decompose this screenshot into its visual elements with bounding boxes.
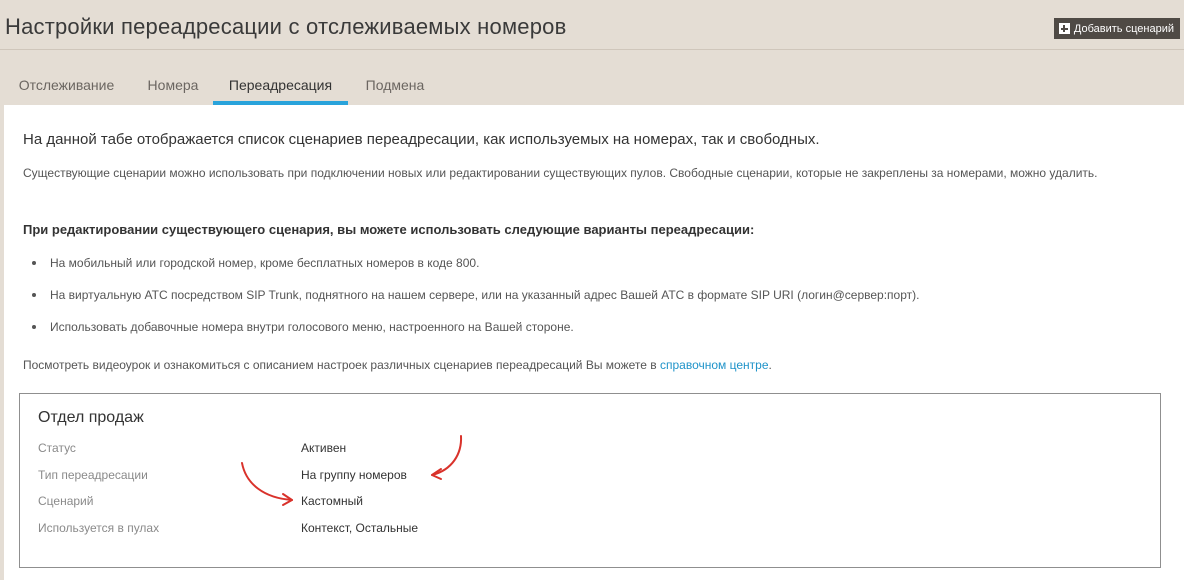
main-content: На данной табе отображается список сцена… [4, 105, 1184, 580]
arrow-to-scenario [241, 462, 293, 506]
scenario-title: Отдел продаж [38, 409, 144, 426]
status-label: Статус [38, 441, 76, 455]
tab-numbers[interactable]: Номера [143, 51, 203, 105]
scenario-label: Сценарий [38, 494, 94, 508]
annotation-arrows [241, 435, 463, 506]
page-title: Настройки переадресации с отслеживаемых … [5, 14, 567, 39]
options-heading: При редактировании существующего сценари… [23, 222, 755, 237]
tab-bar: Отслеживание Номера Переадресация Подмен… [0, 51, 1184, 105]
tab-forwarding[interactable]: Переадресация [213, 51, 348, 105]
list-item: На мобильный или городской номер, кроме … [23, 256, 479, 270]
help-center-link[interactable]: справочном центре [660, 358, 769, 372]
bullet-icon [32, 292, 36, 297]
plus-square-icon [1058, 23, 1070, 34]
add-scenario-label: Добавить сценарий [1073, 22, 1174, 35]
scenario-card[interactable]: Отдел продаж Статус Активен Тип переадре… [19, 393, 1161, 568]
bullet-icon [32, 324, 36, 329]
forwarding-type-label: Тип переадресации [38, 468, 148, 482]
pools-label: Используется в пулах [38, 521, 160, 535]
list-item: Использовать добавочные номера внутри го… [23, 320, 574, 334]
scenario-value: Кастомный [301, 494, 363, 508]
tab-substitution[interactable]: Подмена [360, 51, 430, 105]
bullet-icon [32, 260, 36, 265]
status-value: Активен [301, 441, 347, 455]
add-scenario-button[interactable]: Добавить сценарий [1053, 18, 1180, 39]
list-item: На виртуальную АТС посредством SIP Trunk… [23, 288, 919, 302]
intro-text: На данной табе отображается список сцена… [23, 131, 820, 148]
forwarding-type-value: На группу номеров [301, 468, 407, 482]
pools-value: Контекст, Остальные [301, 521, 419, 535]
tab-tracking[interactable]: Отслеживание [15, 51, 118, 105]
arrow-to-forwarding-type [431, 435, 463, 480]
description-text: Существующие сценарии можно использовать… [23, 166, 1098, 180]
help-text: Посмотреть видеоурок и ознакомиться с оп… [23, 358, 772, 372]
page-header: Настройки переадресации с отслеживаемых … [0, 0, 1184, 50]
